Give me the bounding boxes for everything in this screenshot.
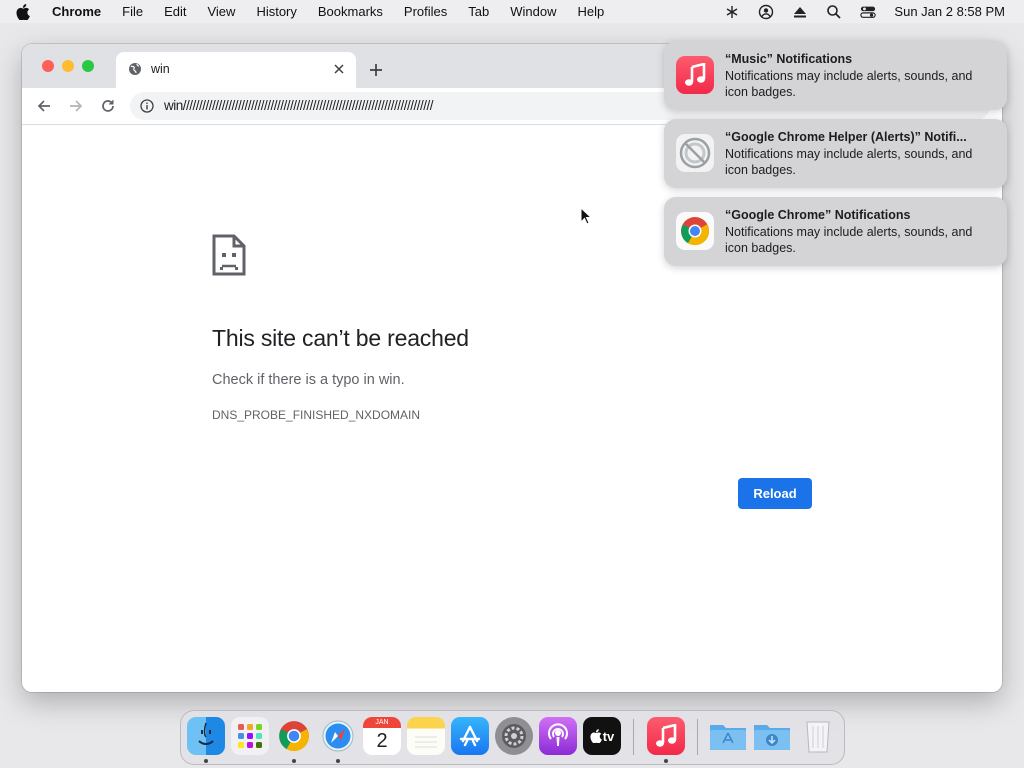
menu-clock[interactable]: Sun Jan 2 8:58 PM: [894, 4, 1005, 19]
notification-music[interactable]: “Music” Notifications Notifications may …: [664, 41, 1007, 110]
reload-toolbar-button[interactable]: [100, 98, 116, 114]
running-indicator: [664, 759, 668, 763]
sad-page-icon: [211, 233, 247, 277]
menu-history[interactable]: History: [256, 4, 296, 19]
network-icon[interactable]: [724, 4, 740, 20]
notification-chrome-helper[interactable]: “Google Chrome Helper (Alerts)” Notifi..…: [664, 119, 1007, 188]
dock-separator: [633, 719, 634, 755]
control-center-icon[interactable]: [860, 4, 877, 20]
tv-app-icon[interactable]: tv: [583, 717, 621, 755]
site-info-icon[interactable]: [140, 99, 154, 113]
menu-bar: Chrome File Edit View History Bookmarks …: [0, 0, 1024, 23]
reload-button[interactable]: Reload: [738, 478, 812, 509]
chrome-helper-icon: [676, 134, 714, 172]
menu-help[interactable]: Help: [578, 4, 605, 19]
notification-title: “Google Chrome” Notifications: [725, 208, 911, 222]
forward-button[interactable]: [68, 98, 84, 114]
music-dock-icon[interactable]: [647, 717, 685, 755]
menu-view[interactable]: View: [207, 4, 235, 19]
running-indicator: [292, 759, 296, 763]
notification-body: Notifications may include alerts, sounds…: [725, 225, 973, 255]
dock-separator: [697, 719, 698, 755]
menu-file[interactable]: File: [122, 4, 143, 19]
launchpad-icon[interactable]: [231, 717, 269, 755]
app-store-icon[interactable]: [451, 717, 489, 755]
chrome-icon: [676, 212, 714, 250]
notification-body: Notifications may include alerts, sounds…: [725, 69, 973, 99]
window-close-button[interactable]: [42, 60, 54, 72]
error-message: Check if there is a typo in win.: [212, 372, 405, 388]
menu-profiles[interactable]: Profiles: [404, 4, 447, 19]
calendar-month: JAN: [363, 717, 401, 728]
tab-title: win: [151, 62, 170, 76]
menu-tab[interactable]: Tab: [468, 4, 489, 19]
menu-bookmarks[interactable]: Bookmarks: [318, 4, 383, 19]
spotlight-search-icon[interactable]: [826, 4, 842, 20]
window-minimize-button[interactable]: [62, 60, 74, 72]
notification-body: Notifications may include alerts, sounds…: [725, 147, 973, 177]
error-code: DNS_PROBE_FINISHED_NXDOMAIN: [212, 408, 421, 422]
tab-win[interactable]: win: [116, 52, 356, 88]
address-text[interactable]: win/////////////////////////////////////…: [164, 98, 434, 113]
menu-window[interactable]: Window: [510, 4, 556, 19]
chrome-dock-icon[interactable]: [275, 717, 313, 755]
finder-icon[interactable]: [187, 717, 225, 755]
applications-folder-icon[interactable]: [709, 717, 747, 755]
user-account-icon[interactable]: [758, 4, 774, 20]
mouse-cursor-icon: [580, 206, 593, 225]
notification-chrome[interactable]: “Google Chrome” Notifications Notificati…: [664, 197, 1007, 266]
status-area: Sun Jan 2 8:58 PM: [724, 0, 1024, 23]
music-app-icon: [676, 56, 714, 94]
running-indicator: [204, 759, 208, 763]
podcasts-icon[interactable]: [539, 717, 577, 755]
menu-app-chrome[interactable]: Chrome: [52, 4, 101, 19]
system-preferences-icon[interactable]: [495, 717, 533, 755]
window-zoom-button[interactable]: [82, 60, 94, 72]
trash-icon[interactable]: [799, 717, 837, 755]
tv-label: tv: [602, 728, 615, 744]
tab-close-icon[interactable]: [332, 62, 346, 76]
eject-icon[interactable]: [792, 4, 808, 20]
notification-title: “Music” Notifications: [725, 52, 853, 66]
menu-edit[interactable]: Edit: [164, 4, 186, 19]
new-tab-button[interactable]: [368, 62, 384, 78]
globe-icon: [128, 62, 142, 76]
apple-menu-icon[interactable]: [16, 3, 38, 20]
notification-title: “Google Chrome Helper (Alerts)” Notifi..…: [725, 130, 967, 144]
running-indicator: [336, 759, 340, 763]
safari-icon[interactable]: [319, 717, 357, 755]
downloads-folder-icon[interactable]: [753, 717, 791, 755]
back-button[interactable]: [36, 98, 52, 114]
notes-icon[interactable]: [407, 717, 445, 755]
error-title: This site can’t be reached: [212, 325, 469, 351]
calendar-icon[interactable]: JAN 2: [363, 717, 401, 755]
dock: JAN 2 tv: [180, 710, 845, 765]
calendar-day: 2: [376, 730, 388, 752]
